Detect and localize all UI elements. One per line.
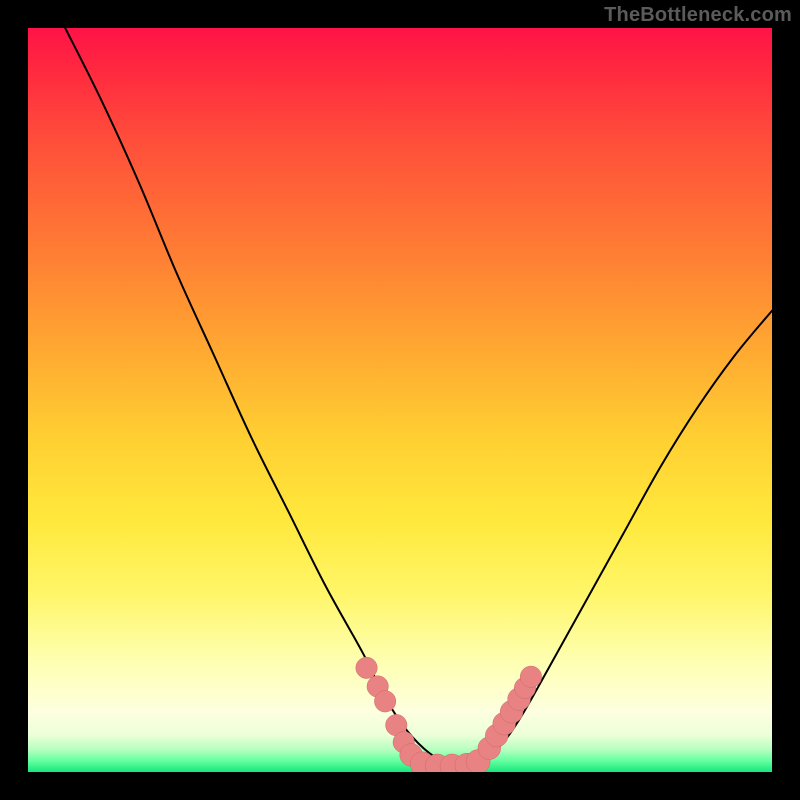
bottleneck-curve xyxy=(65,28,772,768)
data-marker xyxy=(374,691,395,712)
chart-frame: TheBottleneck.com xyxy=(0,0,800,800)
chart-svg xyxy=(28,28,772,772)
data-marker xyxy=(520,666,541,687)
curve-layer xyxy=(65,28,772,768)
plot-area xyxy=(28,28,772,772)
watermark-text: TheBottleneck.com xyxy=(604,4,792,27)
marker-layer xyxy=(356,657,542,772)
data-marker xyxy=(356,657,377,678)
